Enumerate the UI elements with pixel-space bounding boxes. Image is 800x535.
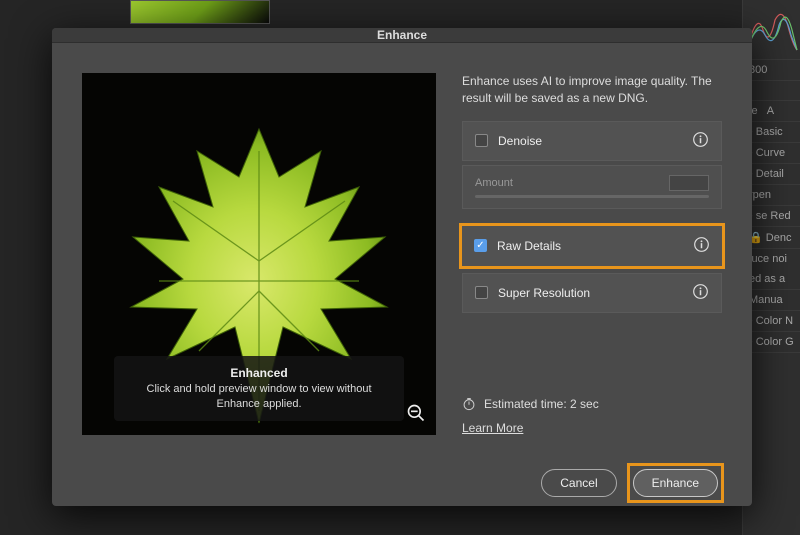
enhance-dialog: Enhance	[52, 28, 752, 506]
info-icon[interactable]	[692, 283, 709, 303]
denoise-label: Denoise	[498, 134, 542, 148]
dialog-footer: Cancel Enhance	[52, 451, 752, 521]
learn-more-link[interactable]: Learn More	[462, 421, 722, 435]
amount-value-field[interactable]	[669, 175, 709, 191]
amount-label: Amount	[475, 177, 513, 189]
amount-slider[interactable]	[475, 195, 709, 198]
options-column: Enhance uses AI to improve image quality…	[462, 73, 722, 435]
amount-row: Amount	[462, 165, 722, 209]
zoom-out-icon[interactable]	[406, 403, 426, 423]
super-res-checkbox[interactable]	[475, 286, 488, 299]
super-res-row[interactable]: Super Resolution	[462, 273, 722, 313]
filmstrip-thumb	[130, 0, 270, 24]
info-icon[interactable]	[692, 131, 709, 151]
cancel-button[interactable]: Cancel	[541, 469, 616, 497]
denoise-row[interactable]: Denoise	[462, 121, 722, 161]
preview-hint-body: Click and hold preview window to view wi…	[128, 382, 390, 411]
info-icon[interactable]	[693, 236, 710, 256]
preview-hint-title: Enhanced	[128, 366, 390, 380]
raw-details-label: Raw Details	[497, 239, 561, 253]
dialog-description: Enhance uses AI to improve image quality…	[462, 73, 722, 107]
raw-details-checkbox[interactable]	[474, 239, 487, 252]
preview-pane[interactable]: Enhanced Click and hold preview window t…	[82, 73, 436, 435]
dialog-title: Enhance	[52, 28, 752, 43]
estimated-time-label: Estimated time: 2 sec	[484, 397, 599, 411]
super-res-label: Super Resolution	[498, 286, 590, 300]
preview-hint: Enhanced Click and hold preview window t…	[114, 356, 404, 421]
denoise-checkbox[interactable]	[475, 134, 488, 147]
estimated-time: Estimated time: 2 sec	[462, 397, 722, 411]
enhance-button-highlight: Enhance	[627, 463, 724, 503]
raw-details-row[interactable]: Raw Details	[462, 226, 722, 266]
stopwatch-icon	[462, 397, 476, 411]
enhance-button[interactable]: Enhance	[633, 469, 718, 497]
raw-details-highlight: Raw Details	[459, 223, 725, 269]
